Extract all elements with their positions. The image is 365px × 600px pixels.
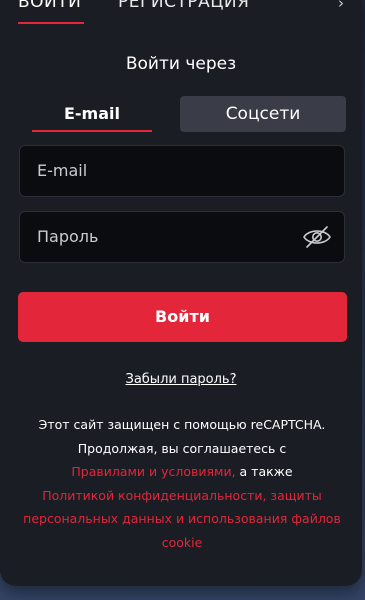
tab-email-underline [32, 130, 152, 132]
login-via-title: Войти через [125, 54, 237, 74]
chevron-right-icon[interactable]: › [338, 0, 344, 12]
tab-login[interactable]: ВОЙТИ [18, 0, 81, 12]
tab-social[interactable]: Соцсети [180, 96, 346, 132]
tab-email-label: E-mail [63, 104, 120, 123]
login-submit-button[interactable]: Войти [18, 292, 347, 342]
recaptcha-notice: Этот сайт защищен с помощью reCAPTCHA. [38, 417, 326, 432]
auth-tabs: ВОЙТИ РЕГИСТРАЦИЯ › [0, 0, 362, 24]
and-also-text: а также [235, 464, 293, 479]
legal-notice: Этот сайт защищен с помощью reCAPTCHA. П… [10, 413, 354, 554]
tab-social-label: Соцсети [225, 104, 301, 124]
agreement-text: Продолжая, вы соглашаетесь с [77, 440, 287, 456]
tab-email[interactable]: E-mail [32, 96, 152, 132]
tab-register[interactable]: РЕГИСТРАЦИЯ [118, 0, 249, 12]
privacy-policy-link[interactable]: Политикой конфиденциальности, защиты пер… [10, 484, 354, 555]
email-placeholder: E-mail [37, 161, 88, 180]
password-field[interactable]: Пароль [19, 211, 345, 263]
eye-off-icon[interactable] [302, 224, 332, 250]
email-field[interactable]: E-mail [19, 145, 345, 197]
terms-link[interactable]: Правилами и условиями, [71, 464, 235, 479]
password-placeholder: Пароль [37, 227, 99, 246]
login-modal: ВОЙТИ РЕГИСТРАЦИЯ › Войти через E-mail С… [0, 0, 362, 586]
forgot-password-link[interactable]: Забыли пароль? [0, 372, 362, 387]
terms-line: Правилами и условиями, а также [10, 460, 354, 484]
tab-login-underline [18, 22, 84, 24]
